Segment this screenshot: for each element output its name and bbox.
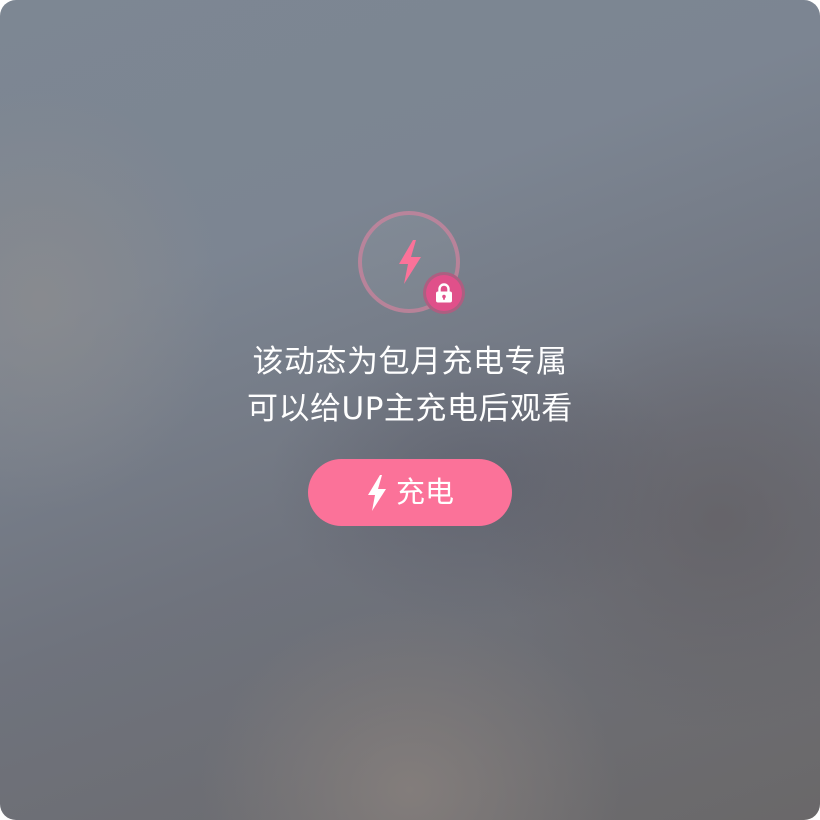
charge-button[interactable]: 充电: [308, 459, 512, 526]
locked-message-line-2: 可以给UP主充电后观看: [247, 391, 573, 427]
lock-icon: [436, 283, 452, 303]
lock-badge: [423, 272, 465, 314]
charge-button-label: 充电: [395, 475, 454, 509]
locked-post-card: 该动态为包月充电专属 可以给UP主充电后观看 充电: [0, 0, 820, 820]
lightning-bolt-icon: [367, 474, 386, 511]
locked-message-line-1: 该动态为包月充电专属: [252, 344, 568, 380]
lightning-bolt-icon: [399, 240, 421, 284]
